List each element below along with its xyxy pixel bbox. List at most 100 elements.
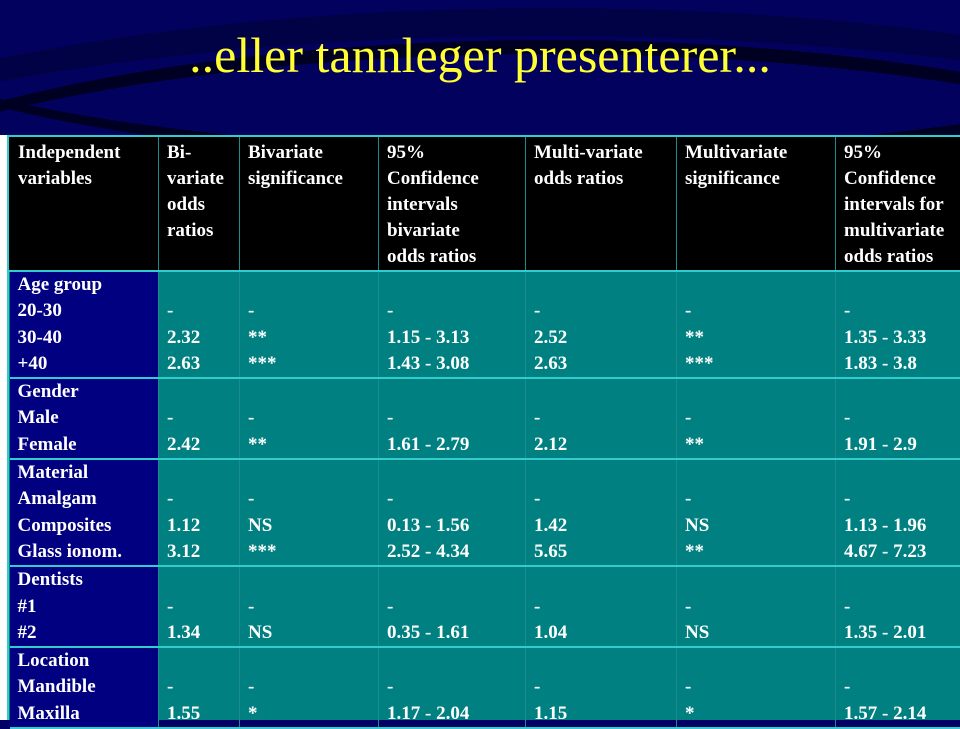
cell-value: -	[844, 405, 960, 431]
cell-value: Material	[18, 460, 159, 486]
cell-value: 2.32	[167, 325, 239, 351]
cell-value	[685, 648, 835, 674]
cell-value: Male	[18, 405, 159, 431]
cell-value: 30-40	[18, 325, 159, 351]
odds-ratio-table: IndependentvariablesBi-variateoddsratios…	[9, 137, 960, 729]
header-text-line: significance	[248, 166, 378, 192]
header-bivariate-odds-ratios: Bi-variateoddsratios	[159, 137, 240, 271]
header-multivariate-ci: 95%Confidenceintervals formultivariateod…	[836, 137, 960, 271]
cell-value	[167, 567, 239, 593]
header-bivariate-significance: Bivariatesignificance	[240, 137, 379, 271]
cell-value	[685, 272, 835, 298]
cell-value: 1.55	[167, 701, 239, 727]
cell-value	[534, 460, 676, 486]
bivariate-significance-cell: -*****	[240, 271, 379, 378]
bivariate-or-cell: -1.55	[159, 647, 240, 728]
cell-value: ***	[248, 539, 378, 565]
cell-value: 2.42	[167, 432, 239, 458]
header-text-line: significance	[685, 166, 835, 192]
bivariate-or-cell: -1.123.12	[159, 459, 240, 566]
header-text-line: 95%	[844, 140, 960, 166]
results-table-container: IndependentvariablesBi-variateoddsratios…	[7, 135, 960, 720]
cell-value: 1.15	[534, 701, 676, 727]
cell-value: -	[248, 594, 378, 620]
multivariate-significance-cell: -*	[677, 647, 836, 728]
cell-value: 1.12	[167, 513, 239, 539]
cell-value	[844, 379, 960, 405]
cell-value: Composites	[18, 513, 159, 539]
cell-value: 3.12	[167, 539, 239, 565]
header-text-line: ratios	[167, 218, 239, 244]
bivariate-ci-cell: -0.13 - 1.562.52 - 4.34	[379, 459, 526, 566]
slide-title: ..eller tannleger presenterer...	[0, 20, 960, 90]
table-body: Age group20-3030-40+40 -2.322.63 -***** …	[10, 271, 960, 728]
cell-value: Female	[18, 432, 159, 458]
cell-value: 0.35 - 1.61	[387, 620, 525, 646]
multivariate-or-cell: -1.04	[526, 566, 677, 647]
cell-value: -	[248, 674, 378, 700]
bivariate-significance-cell: -NS***	[240, 459, 379, 566]
cell-value	[685, 460, 835, 486]
cell-value	[387, 460, 525, 486]
cell-value: 1.17 - 2.04	[387, 701, 525, 727]
cell-value: Amalgam	[18, 486, 159, 512]
cell-value: -	[685, 594, 835, 620]
multivariate-significance-cell: -NS	[677, 566, 836, 647]
cell-value: 1.15 - 3.13	[387, 325, 525, 351]
cell-value: -	[167, 674, 239, 700]
cell-value: NS	[248, 620, 378, 646]
cell-value: 2.52 - 4.34	[387, 539, 525, 565]
header-text-line: odds	[167, 192, 239, 218]
cell-value	[844, 460, 960, 486]
multivariate-or-cell: -2.12	[526, 378, 677, 459]
cell-value: 1.57 - 2.14	[844, 701, 960, 727]
multivariate-ci-cell: -1.35 - 2.01	[836, 566, 960, 647]
cell-value: -	[534, 594, 676, 620]
cell-value	[248, 272, 378, 298]
header-text-line: bivariate	[387, 218, 525, 244]
cell-value: -	[534, 674, 676, 700]
header-text-line: Confidence	[844, 166, 960, 192]
cell-value	[248, 648, 378, 674]
cell-value: **	[685, 432, 835, 458]
bivariate-significance-cell: -*	[240, 647, 379, 728]
variable-cell: MaterialAmalgamCompositesGlass ionom.	[10, 459, 159, 566]
cell-value	[685, 379, 835, 405]
bivariate-ci-cell: -1.17 - 2.04	[379, 647, 526, 728]
cell-value: 5.65	[534, 539, 676, 565]
multivariate-significance-cell: -NS**	[677, 459, 836, 566]
header-text-line: variables	[18, 166, 158, 192]
cell-value: ***	[248, 351, 378, 377]
cell-value: Age group	[18, 272, 159, 298]
multivariate-or-cell: -1.15	[526, 647, 677, 728]
bivariate-significance-cell: -NS	[240, 566, 379, 647]
cell-value: 1.04	[534, 620, 676, 646]
cell-value: 2.63	[167, 351, 239, 377]
table-row-group: MaterialAmalgamCompositesGlass ionom. -1…	[10, 459, 960, 566]
cell-value: -	[685, 486, 835, 512]
cell-value	[844, 272, 960, 298]
variable-cell: LocationMandibleMaxilla	[10, 647, 159, 728]
cell-value	[534, 379, 676, 405]
cell-value	[387, 567, 525, 593]
cell-value	[387, 272, 525, 298]
bivariate-ci-cell: -1.61 - 2.79	[379, 378, 526, 459]
header-text-line: Bivariate	[248, 140, 378, 166]
cell-value: **	[248, 432, 378, 458]
cell-value: 1.91 - 2.9	[844, 432, 960, 458]
header-text-line: odds ratios	[387, 244, 525, 270]
cell-value: **	[248, 325, 378, 351]
cell-value	[844, 648, 960, 674]
cell-value: 2.52	[534, 325, 676, 351]
cell-value	[167, 272, 239, 298]
cell-value: -	[844, 298, 960, 324]
multivariate-ci-cell: -1.35 - 3.331.83 - 3.8	[836, 271, 960, 378]
header-multivariate-significance: Multivariatesignificance	[677, 137, 836, 271]
header-multivariate-odds-ratios: Multi-variateodds ratios	[526, 137, 677, 271]
header-bivariate-ci: 95%Confidenceintervalsbivariateodds rati…	[379, 137, 526, 271]
cell-value: ***	[685, 351, 835, 377]
header-text-line: odds ratios	[844, 244, 960, 270]
cell-value: 2.12	[534, 432, 676, 458]
cell-value: -	[387, 298, 525, 324]
bivariate-or-cell: -1.34	[159, 566, 240, 647]
